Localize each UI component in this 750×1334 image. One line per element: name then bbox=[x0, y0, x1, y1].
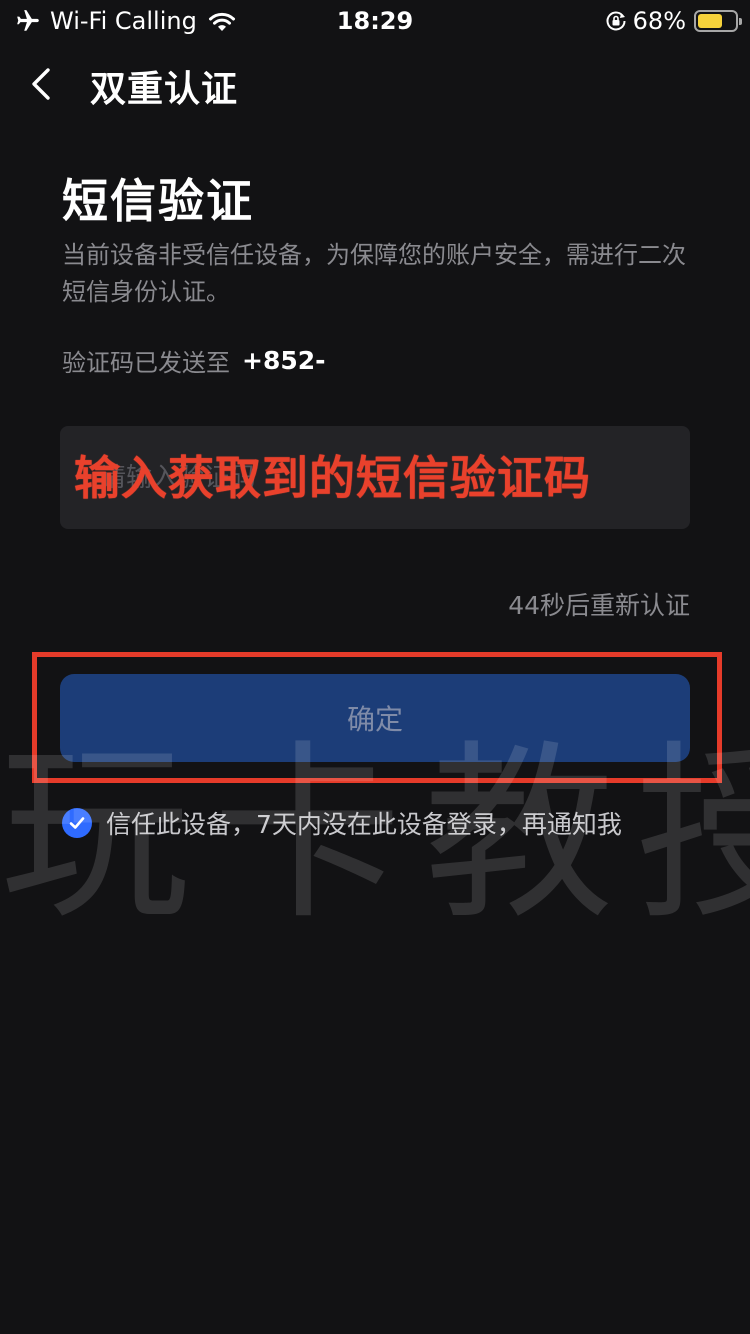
phone-number: +852- bbox=[242, 345, 326, 375]
code-field[interactable] bbox=[60, 426, 690, 529]
status-right: 68% bbox=[605, 6, 742, 36]
battery-icon bbox=[694, 10, 742, 32]
resend-countdown: 44秒后重新认证 bbox=[508, 591, 690, 620]
battery-percent: 68% bbox=[632, 7, 686, 35]
confirm-button[interactable]: 确定 bbox=[60, 674, 690, 762]
trust-device-label: 信任此设备，7天内没在此设备登录，再通知我 bbox=[106, 810, 622, 839]
phone-redaction bbox=[329, 345, 550, 375]
orientation-lock-icon bbox=[606, 11, 626, 31]
trust-device-row[interactable]: 信任此设备，7天内没在此设备登录，再通知我 bbox=[62, 804, 622, 842]
description-text: 当前设备非受信任设备，为保障您的账户安全，需进行二次短信身份认证。 bbox=[62, 241, 686, 306]
chevron-left-icon bbox=[32, 68, 50, 100]
sent-to-label: 验证码已发送至 bbox=[62, 348, 230, 377]
page-title: 短信验证 bbox=[62, 174, 254, 228]
checkmark-icon bbox=[69, 817, 85, 829]
back-button[interactable] bbox=[22, 62, 66, 106]
status-bar: Wi-Fi Calling 18:29 68% bbox=[0, 0, 750, 42]
battery-nub bbox=[739, 18, 742, 25]
battery-level bbox=[698, 14, 723, 28]
two-factor-screen: Wi-Fi Calling 18:29 68% 双重认证 短信验证 当前设备非受… bbox=[0, 0, 750, 1334]
nav-title: 双重认证 bbox=[90, 69, 239, 110]
trust-device-checkbox[interactable] bbox=[62, 808, 92, 838]
sent-to-line: 验证码已发送至 +852- bbox=[62, 340, 550, 380]
nav-bar: 双重认证 bbox=[0, 52, 750, 116]
sms-code-input[interactable] bbox=[60, 426, 690, 529]
